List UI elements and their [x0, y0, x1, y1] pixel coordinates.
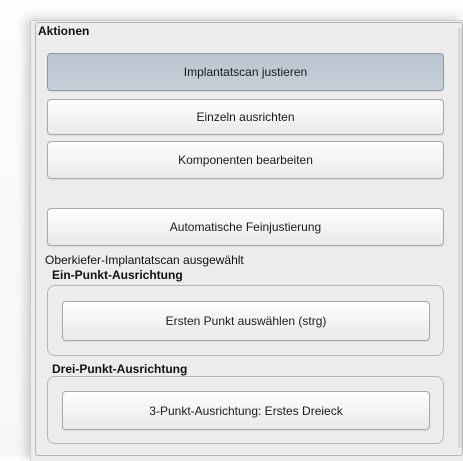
- align-single-button[interactable]: Einzeln ausrichten: [47, 99, 444, 135]
- selected-scan-status: Oberkiefer-Implantatscan ausgewählt: [45, 253, 244, 267]
- edit-components-button[interactable]: Komponenten bearbeiten: [47, 141, 444, 179]
- select-first-point-button[interactable]: Ersten Punkt auswählen (strg): [62, 301, 430, 341]
- implant-scan-adjust-button[interactable]: Implantatscan justieren: [47, 53, 444, 91]
- three-point-first-triangle-button[interactable]: 3-Punkt-Ausrichtung: Erstes Dreieck: [62, 391, 430, 430]
- one-point-alignment-title: Ein-Punkt-Ausrichtung: [52, 268, 183, 282]
- panel-right-edge: [458, 28, 462, 448]
- actions-group-title: Aktionen: [38, 24, 90, 38]
- three-point-alignment-title: Drei-Punkt-Ausrichtung: [52, 362, 188, 376]
- auto-fine-adjust-button[interactable]: Automatische Feinjustierung: [47, 208, 444, 246]
